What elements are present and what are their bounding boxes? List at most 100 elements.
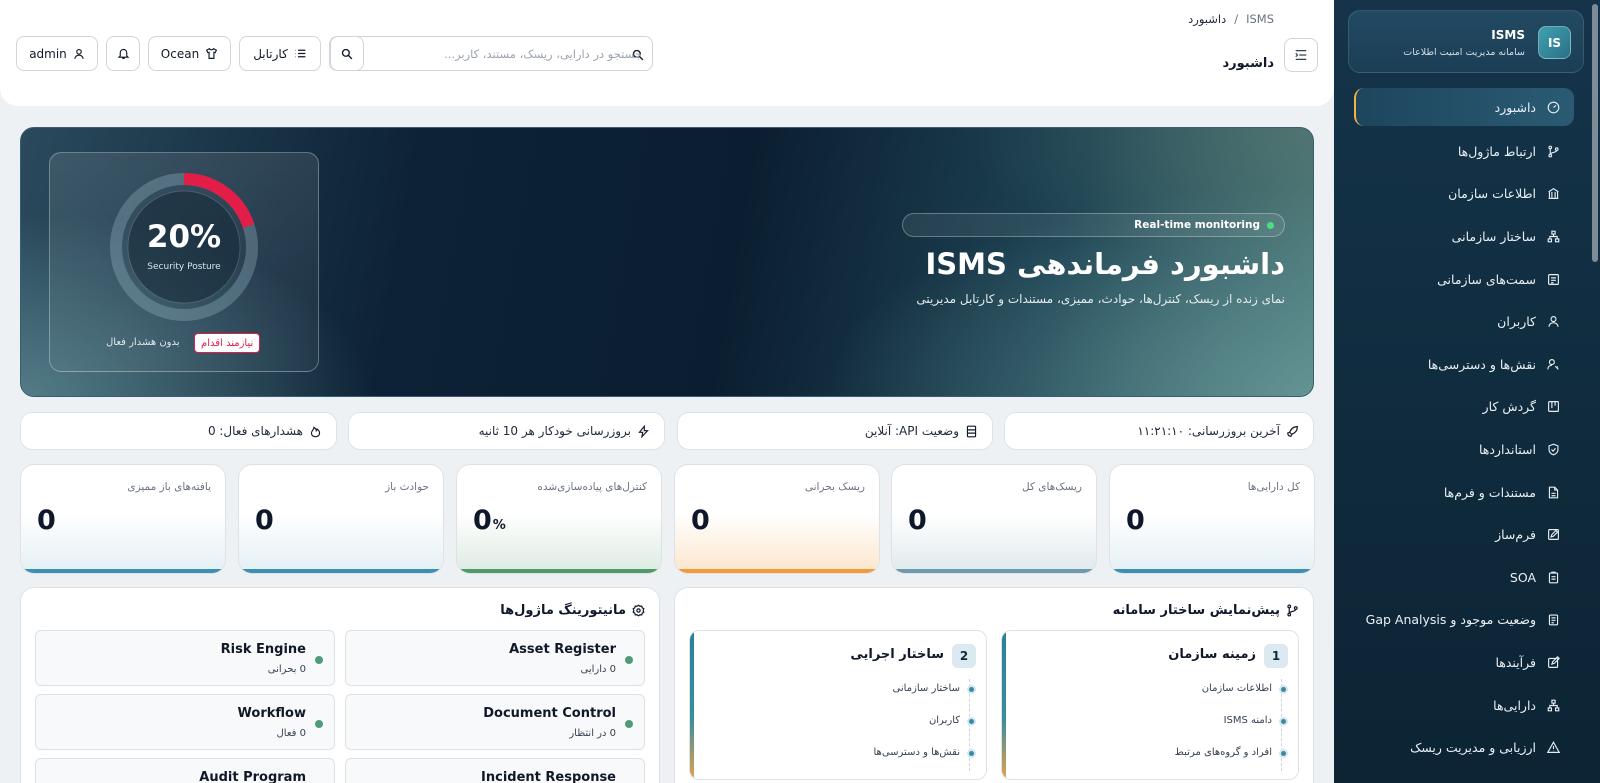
structure-card-title: زمینه سازمان [1168, 647, 1256, 662]
structure-card-executive[interactable]: 2 ساختار اجرایی ساختار سازمانی کاربران ن… [689, 630, 987, 780]
bell-icon [117, 48, 129, 59]
last-update-text: آخرین بروزرسانی: ۱۱:۲۱:۱۰ [1137, 424, 1280, 438]
kpi-label: کل دارایی‌ها [1247, 481, 1300, 493]
sidebar-item-standards[interactable]: استانداردها [1334, 428, 1600, 471]
sidebar-item-label: دارایی‌ها [1493, 697, 1536, 713]
structure-item[interactable]: اطلاعات سازمان [1202, 683, 1288, 694]
shield-check-icon [1546, 442, 1560, 456]
module-monitoring-panel: مانیتورینگ ماژول‌ها Asset Register 0 دار… [20, 587, 660, 783]
structure-item[interactable]: کاربران [929, 715, 976, 726]
structure-item-label: دامنه ISMS [1223, 715, 1272, 726]
brand-card[interactable]: IS ISMS سامانه مدیریت امنیت اطلاعات [1348, 10, 1584, 73]
breadcrumb: ISMS / داشبورد [1188, 12, 1274, 26]
kpi-controls-implemented[interactable]: کنترل‌های پیاده‌سازی‌شده 0% [456, 464, 662, 574]
bullet-dot [1279, 749, 1288, 758]
structure-card-org-context[interactable]: 1 زمینه سازمان اطلاعات سازمان دامنه ISMS… [1001, 630, 1299, 780]
module-card-asset-register[interactable]: Asset Register 0 دارایی [345, 630, 645, 686]
module-card-audit-program[interactable]: Audit Program [35, 758, 335, 783]
kanban-icon [1546, 400, 1560, 414]
modules-title-text: مانیتورینگ ماژول‌ها [500, 603, 626, 618]
module-card-risk-engine[interactable]: Risk Engine 0 بحرانی [35, 630, 335, 686]
sidebar-item-workflow[interactable]: گردش کار [1334, 386, 1600, 429]
structure-item[interactable]: دامنه ISMS [1223, 715, 1288, 726]
posture-value: 20% [146, 219, 222, 255]
sidebar-item-roles[interactable]: نقش‌ها و دسترسی‌ها [1334, 343, 1600, 386]
kpi-number: 0 [473, 505, 492, 536]
kpi-bar [457, 569, 661, 573]
posture-label: Security Posture [147, 262, 221, 272]
sidebar-item-processes[interactable]: فرآیندها [1334, 641, 1600, 684]
pencil-square-icon [1546, 655, 1560, 669]
shirt-icon [206, 47, 218, 59]
sidebar-item-module-links[interactable]: ارتباط ماژول‌ها [1334, 130, 1600, 173]
search-input[interactable] [374, 44, 642, 64]
theme-button[interactable]: Ocean [148, 36, 231, 71]
kpi-number: 0 [1126, 505, 1145, 536]
bullet-dot [1279, 717, 1288, 726]
step-number: 1 [1264, 644, 1288, 668]
kpi-number: 0 [255, 505, 274, 536]
module-metric: 0 دارایی [580, 664, 616, 675]
sidebar-item-label: گردش کار [1482, 399, 1536, 415]
module-name: Incident Response [481, 770, 616, 783]
sidebar-item-dashboard[interactable]: داشبورد [1354, 88, 1574, 126]
search-button[interactable] [330, 36, 364, 71]
structure-item[interactable]: افراد و گروه‌های مرتبط [1174, 747, 1288, 758]
sidebar-item-assets[interactable]: دارایی‌ها [1334, 684, 1600, 727]
module-metric: 0 فعال [276, 728, 306, 739]
org-chart-icon [1546, 229, 1560, 243]
kpi-total-assets[interactable]: کل دارایی‌ها 0 [1109, 464, 1315, 574]
bullet-dot [1279, 685, 1288, 694]
kpi-label: حوادث باز [385, 481, 429, 493]
sidebar-item-positions[interactable]: سمت‌های سازمانی [1334, 258, 1600, 301]
kpi-open-incidents[interactable]: حوادث باز 0 [238, 464, 444, 574]
sidebar-item-documents[interactable]: مستندات و فرم‌ها [1334, 471, 1600, 514]
sidebar-item-label: ارزیابی و مدیریت ریسک [1410, 740, 1536, 756]
sidebar-item-label: وضعیت موجود و Gap Analysis [1365, 612, 1536, 628]
kpi-value: 0 [37, 505, 56, 536]
structure-item-label: افراد و گروه‌های مرتبط [1174, 747, 1272, 758]
module-name: Asset Register [509, 642, 616, 657]
module-card-document-control[interactable]: Document Control 0 در انتظار [345, 694, 645, 750]
realtime-monitoring-badge: Real-time monitoring [902, 213, 1285, 237]
kpi-label: ریسک‌های کل [1021, 481, 1082, 493]
module-card-incident-response[interactable]: Incident Response [345, 758, 645, 783]
kpi-value: 0 [255, 505, 274, 536]
git-branch-icon [1546, 144, 1560, 158]
module-name: Audit Program [199, 770, 306, 783]
sidebar-item-label: کاربران [1497, 314, 1536, 330]
sidebar-item-org-structure[interactable]: ساختار سازمانی [1334, 215, 1600, 258]
sidebar-item-gap-analysis[interactable]: وضعیت موجود و Gap Analysis [1334, 599, 1600, 642]
sidebar-item-label: سمت‌های سازمانی [1437, 271, 1536, 287]
kartabl-button[interactable]: کارتابل [239, 36, 321, 71]
sidebar-item-soa[interactable]: SOA [1334, 556, 1600, 599]
warning-icon [1546, 741, 1560, 755]
structure-item[interactable]: نقش‌ها و دسترسی‌ها [874, 747, 976, 758]
clipboard-list-icon [1546, 613, 1560, 627]
module-card-workflow[interactable]: Workflow 0 فعال [35, 694, 335, 750]
module-metric: 0 در انتظار [569, 728, 616, 739]
flame-icon [310, 426, 321, 437]
sidebar-item-form-builder[interactable]: فرم‌ساز [1334, 513, 1600, 556]
kpi-open-audit-findings[interactable]: یافته‌های باز ممیزی 0 [20, 464, 226, 574]
sidebar-item-label: SOA [1509, 569, 1536, 585]
kpi-total-risks[interactable]: ریسک‌های کل 0 [891, 464, 1097, 574]
sidebar-item-org-info[interactable]: اطلاعات سازمان [1334, 173, 1600, 216]
hero-title: داشبورد فرماندهی ISMS [925, 247, 1285, 281]
lightning-icon [638, 424, 649, 438]
user-icon [74, 48, 84, 59]
sidebar-item-label: فرم‌ساز [1495, 527, 1536, 543]
api-status-text: وضعیت API: آنلاین [864, 424, 959, 438]
menu-toggle-button[interactable] [1284, 38, 1318, 72]
sidebar-item-label: ساختار سازمانی [1451, 228, 1536, 244]
sidebar-item-users[interactable]: کاربران [1334, 300, 1600, 343]
structure-item[interactable]: ساختار سازمانی [893, 683, 976, 694]
breadcrumb-root[interactable]: ISMS [1246, 12, 1274, 26]
gear-badge-icon [632, 604, 645, 617]
user-menu-button[interactable]: admin [16, 36, 98, 71]
kpi-critical-risks[interactable]: ریسک بحرانی 0 [674, 464, 880, 574]
sidebar-item-risk[interactable]: ارزیابی و مدیریت ریسک [1334, 726, 1600, 769]
notifications-button[interactable] [106, 36, 140, 71]
sidebar-item-label: نقش‌ها و دسترسی‌ها [1427, 356, 1536, 372]
list-icon [295, 49, 306, 58]
